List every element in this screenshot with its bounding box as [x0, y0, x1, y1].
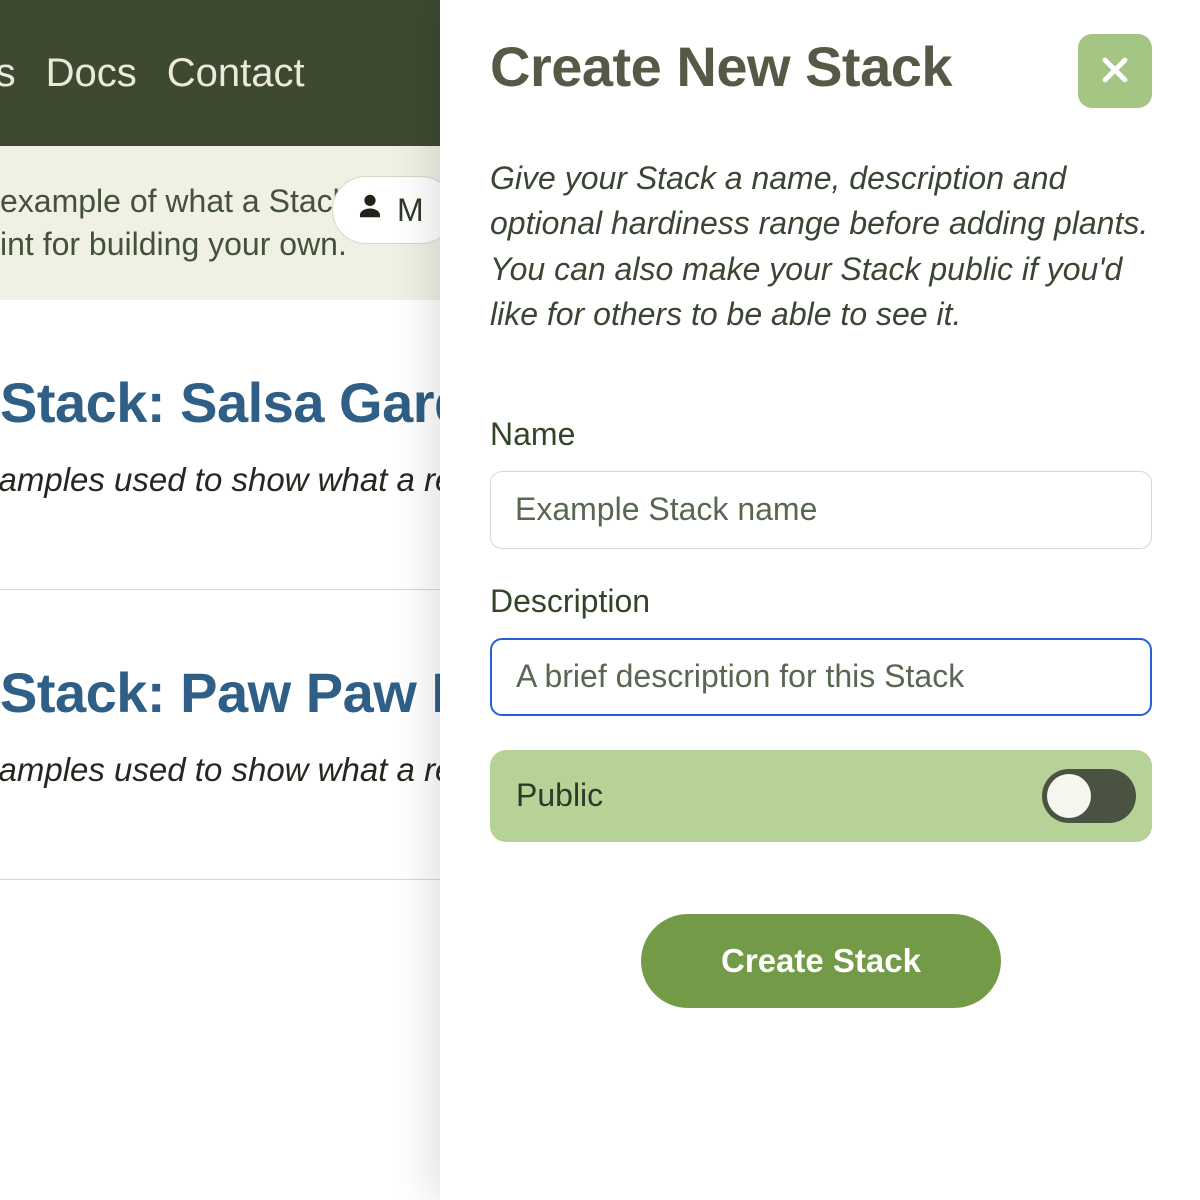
public-toggle[interactable]: [1042, 769, 1136, 823]
description-input[interactable]: [490, 638, 1152, 716]
public-toggle-row: Public: [490, 750, 1152, 842]
nav-link-docs[interactable]: Docs: [46, 51, 137, 96]
close-icon: [1098, 53, 1132, 90]
nav-link-contact[interactable]: Contact: [167, 51, 305, 96]
name-label: Name: [490, 416, 1152, 453]
user-icon: [355, 191, 385, 229]
description-field-group: Description: [490, 583, 1152, 716]
create-stack-panel: Create New Stack Give your Stack a name,…: [440, 0, 1200, 1200]
nav-link-plants[interactable]: ants: [0, 51, 16, 96]
public-label: Public: [516, 777, 603, 814]
create-stack-button[interactable]: Create Stack: [641, 914, 1001, 1008]
submit-row: Create Stack: [490, 914, 1152, 1008]
name-field-group: Name: [490, 416, 1152, 549]
close-button[interactable]: [1078, 34, 1152, 108]
name-input[interactable]: [490, 471, 1152, 549]
description-label: Description: [490, 583, 1152, 620]
panel-intro-text: Give your Stack a name, description and …: [490, 156, 1152, 338]
user-pill[interactable]: M: [332, 176, 455, 244]
panel-header: Create New Stack: [490, 34, 1152, 108]
user-pill-label: M: [397, 192, 424, 229]
panel-title: Create New Stack: [490, 34, 952, 99]
toggle-knob: [1047, 774, 1091, 818]
